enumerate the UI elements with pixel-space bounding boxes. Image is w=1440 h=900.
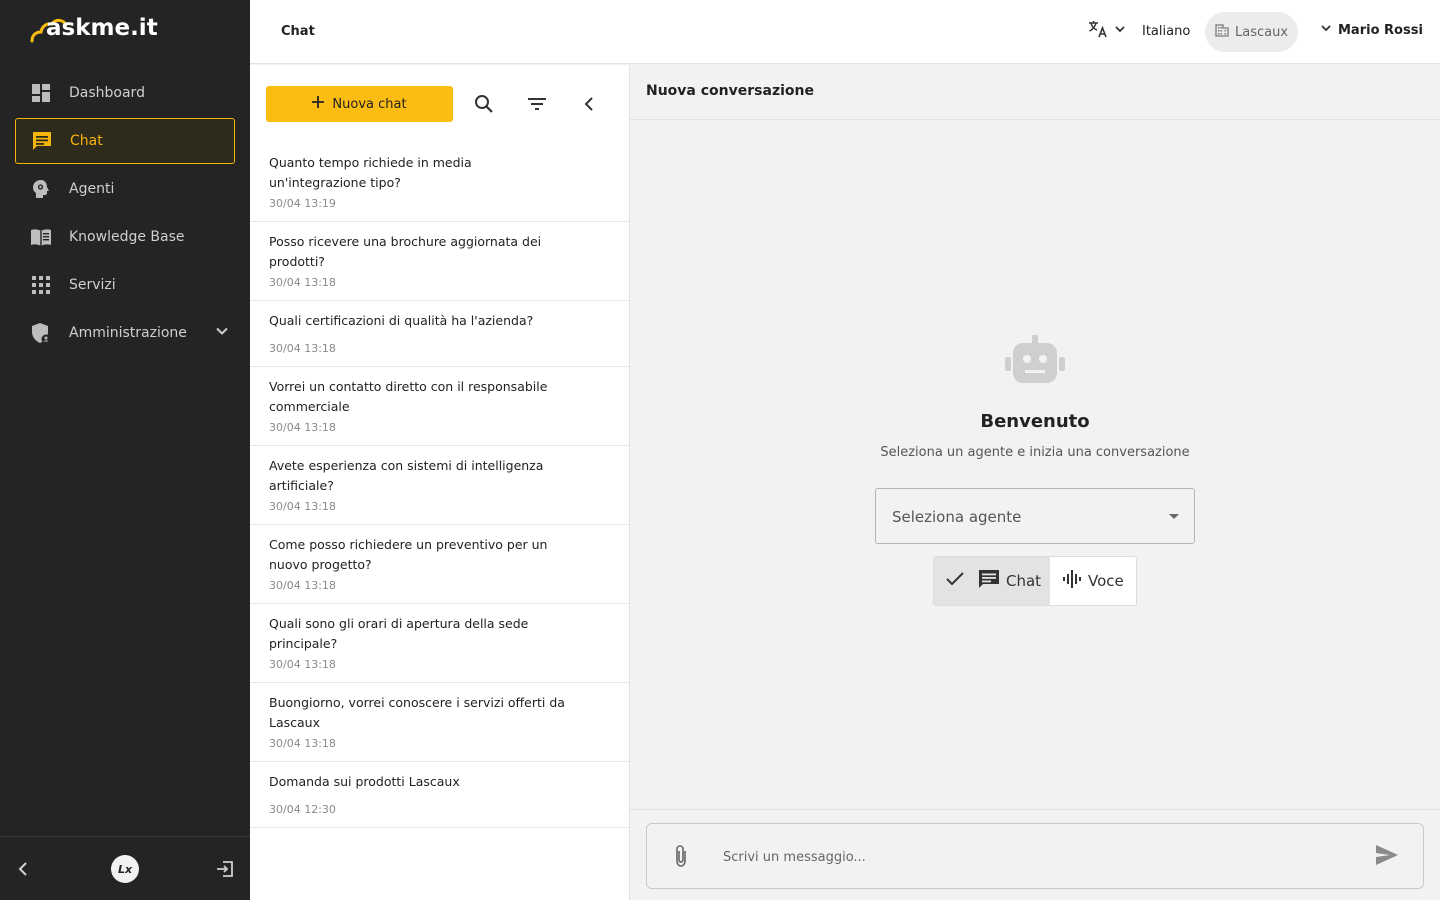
chat-timestamp: 30/04 13:18 [269, 276, 336, 289]
chat-list-item[interactable]: Quali sono gli orari di apertura della s… [250, 604, 629, 683]
composer-area [630, 809, 1440, 900]
chat-list-item[interactable]: Vorrei un contatto diretto con il respon… [250, 367, 629, 446]
chat-timestamp: 30/04 13:18 [269, 658, 336, 671]
mode-voice-button[interactable]: Voce [1050, 557, 1136, 605]
organization-label: Lascaux [1234, 24, 1289, 40]
app-logo[interactable]: askme.it [30, 11, 170, 47]
chat-timestamp: 30/04 13:18 [269, 579, 336, 592]
chat-list-item[interactable]: Quanto tempo richiede in media un'integr… [250, 143, 629, 222]
sidebar-item-label: Amministrazione [69, 325, 187, 341]
mode-label: Chat [1006, 572, 1042, 590]
chat-title: Buongiorno, vorrei conoscere i servizi o… [269, 695, 565, 730]
language-label: Italiano [1142, 23, 1191, 39]
chat-timestamp: 30/04 13:18 [269, 500, 336, 513]
conversation-header: Nuova conversazione [630, 65, 1440, 120]
new-chat-button[interactable]: Nuova chat [266, 86, 453, 122]
agent-select-placeholder: Seleziona agente [892, 508, 1022, 526]
collapse-panel-icon[interactable] [577, 92, 601, 116]
search-icon[interactable] [472, 92, 496, 116]
agent-select[interactable]: Seleziona agente [875, 488, 1195, 544]
chat-icon [31, 130, 53, 152]
sidebar-item-label: Dashboard [69, 85, 145, 101]
collapse-sidebar-icon[interactable] [16, 861, 32, 881]
check-icon [946, 572, 964, 590]
chat-list-item[interactable]: Quali certificazioni di qualità ha l'azi… [250, 301, 629, 367]
user-name: Mario Rossi [1338, 22, 1423, 38]
mode-label: Voce [1088, 572, 1124, 590]
welcome-subtitle: Seleziona un agente e inizia una convers… [880, 445, 1190, 460]
logo-text: askme.it [46, 15, 158, 41]
conversation-title: Nuova conversazione [646, 83, 814, 99]
filter-icon[interactable] [525, 92, 549, 116]
sidebar-footer: Lx [0, 836, 250, 900]
agent-icon [30, 178, 52, 200]
apps-grid-icon [30, 274, 52, 296]
send-icon[interactable] [1375, 844, 1399, 870]
chat-icon [978, 569, 1000, 593]
vendor-badge[interactable]: Lx [111, 855, 139, 883]
chat-title: Domanda sui prodotti Lascaux [269, 774, 460, 789]
chat-timestamp: 30/04 13:18 [269, 342, 336, 355]
chat-timestamp: 30/04 13:19 [269, 197, 336, 210]
chat-list-item[interactable]: Domanda sui prodotti Lascaux 30/04 12:30 [250, 762, 629, 828]
chat-title: Avete esperienza con sistemi di intellig… [269, 458, 544, 493]
chat-title: Vorrei un contatto diretto con il respon… [269, 379, 548, 414]
chat-timestamp: 30/04 13:18 [269, 737, 336, 750]
sidebar: askme.it Dashboard Chat Agenti Knowledge… [0, 0, 250, 900]
sidebar-item-label: Servizi [69, 277, 116, 293]
chevron-down-icon[interactable] [215, 324, 229, 342]
welcome-title: Benvenuto [980, 411, 1090, 432]
new-chat-label: Nuova chat [332, 96, 407, 112]
sidebar-item-knowledge-base[interactable]: Knowledge Base [15, 214, 235, 260]
sidebar-item-dashboard[interactable]: Dashboard [15, 70, 235, 116]
top-bar: Chat Italiano Lascaux Mario Rossi [250, 0, 1440, 64]
voice-waveform-icon [1062, 570, 1082, 592]
language-selector[interactable]: Italiano [1088, 20, 1190, 42]
chat-title: Quali sono gli orari di apertura della s… [269, 616, 529, 651]
sidebar-item-servizi[interactable]: Servizi [15, 262, 235, 308]
sidebar-item-label: Knowledge Base [69, 229, 185, 245]
book-icon [30, 226, 52, 248]
chat-timestamp: 30/04 12:30 [269, 803, 336, 816]
chat-title: Quali certificazioni di qualità ha l'azi… [269, 313, 534, 328]
chat-timestamp: 30/04 13:18 [269, 421, 336, 434]
user-menu[interactable]: Mario Rossi [1320, 22, 1423, 38]
chevron-down-icon [1114, 23, 1126, 39]
page-title: Chat [281, 24, 315, 39]
dashboard-icon [30, 82, 52, 104]
sidebar-item-label: Chat [70, 133, 103, 149]
robot-icon [1005, 335, 1065, 391]
chat-list-item[interactable]: Avete esperienza con sistemi di intellig… [250, 446, 629, 525]
dropdown-caret-icon [1169, 514, 1179, 519]
building-icon [1215, 23, 1229, 41]
chat-list-item[interactable]: Posso ricevere una brochure aggiornata d… [250, 222, 629, 301]
translate-icon [1088, 20, 1108, 42]
chat-title: Posso ricevere una brochure aggiornata d… [269, 234, 542, 269]
sidebar-item-agenti[interactable]: Agenti [15, 166, 235, 212]
message-input[interactable] [723, 844, 1343, 870]
chat-list: Quanto tempo richiede in media un'integr… [250, 143, 629, 828]
conversation-area: Nuova conversazione Benvenuto Seleziona … [630, 65, 1440, 900]
sidebar-item-amministrazione[interactable]: Amministrazione [15, 310, 235, 356]
chat-list-item[interactable]: Buongiorno, vorrei conoscere i servizi o… [250, 683, 629, 762]
mode-chat-button[interactable]: Chat [934, 557, 1050, 605]
chat-list-panel: Nuova chat Quanto tempo richiede in medi… [250, 65, 630, 900]
logout-icon[interactable] [216, 861, 234, 881]
mode-toggle: Chat Voce [933, 556, 1137, 606]
chat-title: Come posso richiedere un preventivo per … [269, 537, 548, 572]
admin-shield-icon [30, 322, 52, 344]
message-composer [646, 823, 1424, 889]
chevron-down-icon [1320, 22, 1332, 38]
chat-list-item[interactable]: Come posso richiedere un preventivo per … [250, 525, 629, 604]
plus-icon [312, 96, 325, 112]
organization-chip[interactable]: Lascaux [1205, 12, 1298, 52]
chat-title: Quanto tempo richiede in media un'integr… [269, 155, 472, 190]
sidebar-item-chat[interactable]: Chat [15, 118, 235, 164]
paperclip-icon[interactable] [674, 844, 688, 872]
sidebar-item-label: Agenti [69, 181, 115, 197]
